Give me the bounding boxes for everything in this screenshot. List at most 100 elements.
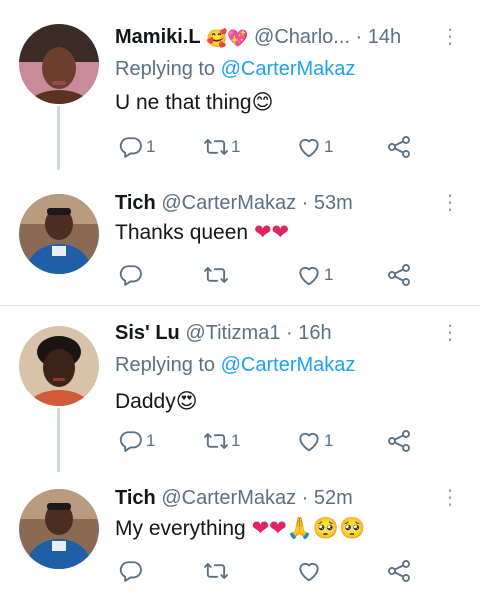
retweet-button[interactable]	[202, 259, 231, 291]
retweet-icon	[203, 563, 229, 579]
handle[interactable]: @Titizma1	[185, 322, 280, 344]
avatar[interactable]	[19, 489, 99, 569]
retweet-icon	[203, 267, 229, 283]
replying-label: Replying to	[115, 354, 216, 376]
heart-icon	[299, 432, 319, 452]
reply-icon	[119, 137, 142, 158]
handle[interactable]: @CarterMakaz	[161, 487, 296, 509]
tweet-text-content: U ne that thing	[115, 91, 252, 114]
replying-to-line: Replying to @CarterMakaz	[115, 55, 355, 83]
reply-icon	[119, 265, 142, 286]
separator-dot: ·	[301, 192, 314, 214]
reply-button[interactable]: 1	[117, 131, 155, 163]
reply-button[interactable]: 1	[117, 425, 155, 457]
tweet-emoji: ❤❤	[253, 220, 290, 244]
name-emoji: 🥰💖	[206, 29, 249, 49]
like-button[interactable]	[295, 555, 324, 587]
share-button[interactable]	[385, 259, 413, 291]
retweet-icon	[203, 433, 229, 449]
action-bar	[112, 555, 432, 587]
avatar-image	[19, 489, 99, 569]
reply-thread: Mamiki.L 🥰💖 @Charlo... · 14h · · · Replyin…	[0, 0, 480, 600]
reply-icon	[119, 431, 142, 452]
tweet-card[interactable]: Sis' Lu @Titizma1 · 16h · · · Replying to …	[0, 306, 480, 472]
avatar[interactable]	[19, 24, 99, 104]
timestamp[interactable]: 14h	[368, 26, 401, 48]
avatar[interactable]	[19, 326, 99, 406]
timestamp[interactable]: 53m	[314, 192, 353, 214]
more-options-icon[interactable]: · · ·	[442, 20, 458, 54]
avatar-image	[19, 326, 99, 406]
display-name[interactable]: Tich	[115, 192, 156, 214]
retweet-count: 1	[231, 431, 241, 450]
replying-label: Replying to	[115, 58, 216, 80]
tweet-header: Tich @CarterMakaz · 52m	[115, 483, 442, 513]
reply-count: 1	[146, 431, 156, 450]
mention-link[interactable]: @CarterMakaz	[221, 354, 356, 376]
display-name[interactable]: Sis' Lu	[115, 322, 180, 344]
tweet-text: Thanks queen ❤❤	[115, 217, 460, 247]
reply-count: 1	[146, 137, 156, 156]
tweet-text-content: Thanks queen	[115, 221, 249, 244]
tweet-text-content: My everything	[115, 517, 246, 540]
share-icon	[388, 430, 410, 452]
mention-link[interactable]: @CarterMakaz	[221, 58, 356, 80]
separator-dot: ·	[286, 322, 299, 344]
more-options-icon[interactable]: · · ·	[442, 481, 458, 515]
reply-button[interactable]	[117, 259, 146, 291]
tweet-emoji: 😍	[175, 389, 198, 413]
like-count: 1	[324, 137, 334, 156]
handle[interactable]: @Charlo...	[254, 26, 350, 48]
tweet-text: My everything ❤❤🙏🥺🥺	[115, 513, 460, 543]
thread-line	[57, 106, 60, 170]
share-icon	[388, 264, 410, 286]
more-options-icon[interactable]: · · ·	[442, 316, 458, 350]
tweet-emoji: 😊	[251, 90, 274, 114]
tweet-card[interactable]: Tich @CarterMakaz · 53m · · · Thanks queen…	[0, 170, 480, 306]
tweet-card[interactable]: Tich @CarterMakaz · 52m · · · My everythin…	[0, 472, 480, 600]
replying-to-line: Replying to @CarterMakaz	[115, 351, 355, 379]
thread-line	[57, 408, 60, 472]
tweet-header: Sis' Lu @Titizma1 · 16h	[115, 318, 442, 348]
retweet-button[interactable]: 1	[202, 425, 240, 457]
display-name[interactable]: Mamiki.L	[115, 26, 201, 48]
timestamp[interactable]: 16h	[298, 322, 331, 344]
reply-icon	[119, 561, 142, 582]
share-button[interactable]	[385, 131, 413, 163]
like-count: 1	[324, 431, 334, 450]
share-button[interactable]	[385, 555, 413, 587]
action-bar: 1 1 1	[112, 425, 432, 457]
retweet-button[interactable]	[202, 555, 231, 587]
like-button[interactable]: 1	[295, 131, 333, 163]
retweet-button[interactable]: 1	[202, 131, 240, 163]
heart-icon	[299, 266, 319, 286]
heart-icon	[299, 562, 319, 582]
tweet-text: Daddy😍	[115, 386, 460, 416]
share-icon	[388, 560, 410, 582]
separator-dot: ·	[301, 487, 314, 509]
share-button[interactable]	[385, 425, 413, 457]
reply-button[interactable]	[117, 555, 146, 587]
display-name[interactable]: Tich	[115, 487, 156, 509]
tweet-emoji: ❤❤🙏🥺🥺	[251, 516, 366, 540]
separator-dot: ·	[355, 26, 368, 48]
avatar-image	[19, 24, 99, 104]
tweet-header: Mamiki.L 🥰💖 @Charlo... · 14h	[115, 22, 442, 52]
tweet-header: Tich @CarterMakaz · 53m	[115, 188, 442, 218]
tweet-card[interactable]: Mamiki.L 🥰💖 @Charlo... · 14h · · · Replyin…	[0, 0, 480, 170]
retweet-icon	[203, 139, 229, 155]
more-options-icon[interactable]: · · ·	[442, 186, 458, 220]
avatar[interactable]	[19, 194, 99, 274]
like-button[interactable]: 1	[295, 259, 333, 291]
timestamp[interactable]: 52m	[314, 487, 353, 509]
handle[interactable]: @CarterMakaz	[161, 192, 296, 214]
tweet-text: U ne that thing😊	[115, 87, 460, 117]
action-bar: 1 1 1	[112, 131, 432, 163]
like-count: 1	[324, 265, 334, 284]
action-bar: 1	[112, 259, 432, 291]
share-icon	[388, 136, 410, 158]
retweet-count: 1	[231, 137, 241, 156]
avatar-image	[19, 194, 99, 274]
heart-icon	[299, 138, 319, 158]
like-button[interactable]: 1	[295, 425, 333, 457]
